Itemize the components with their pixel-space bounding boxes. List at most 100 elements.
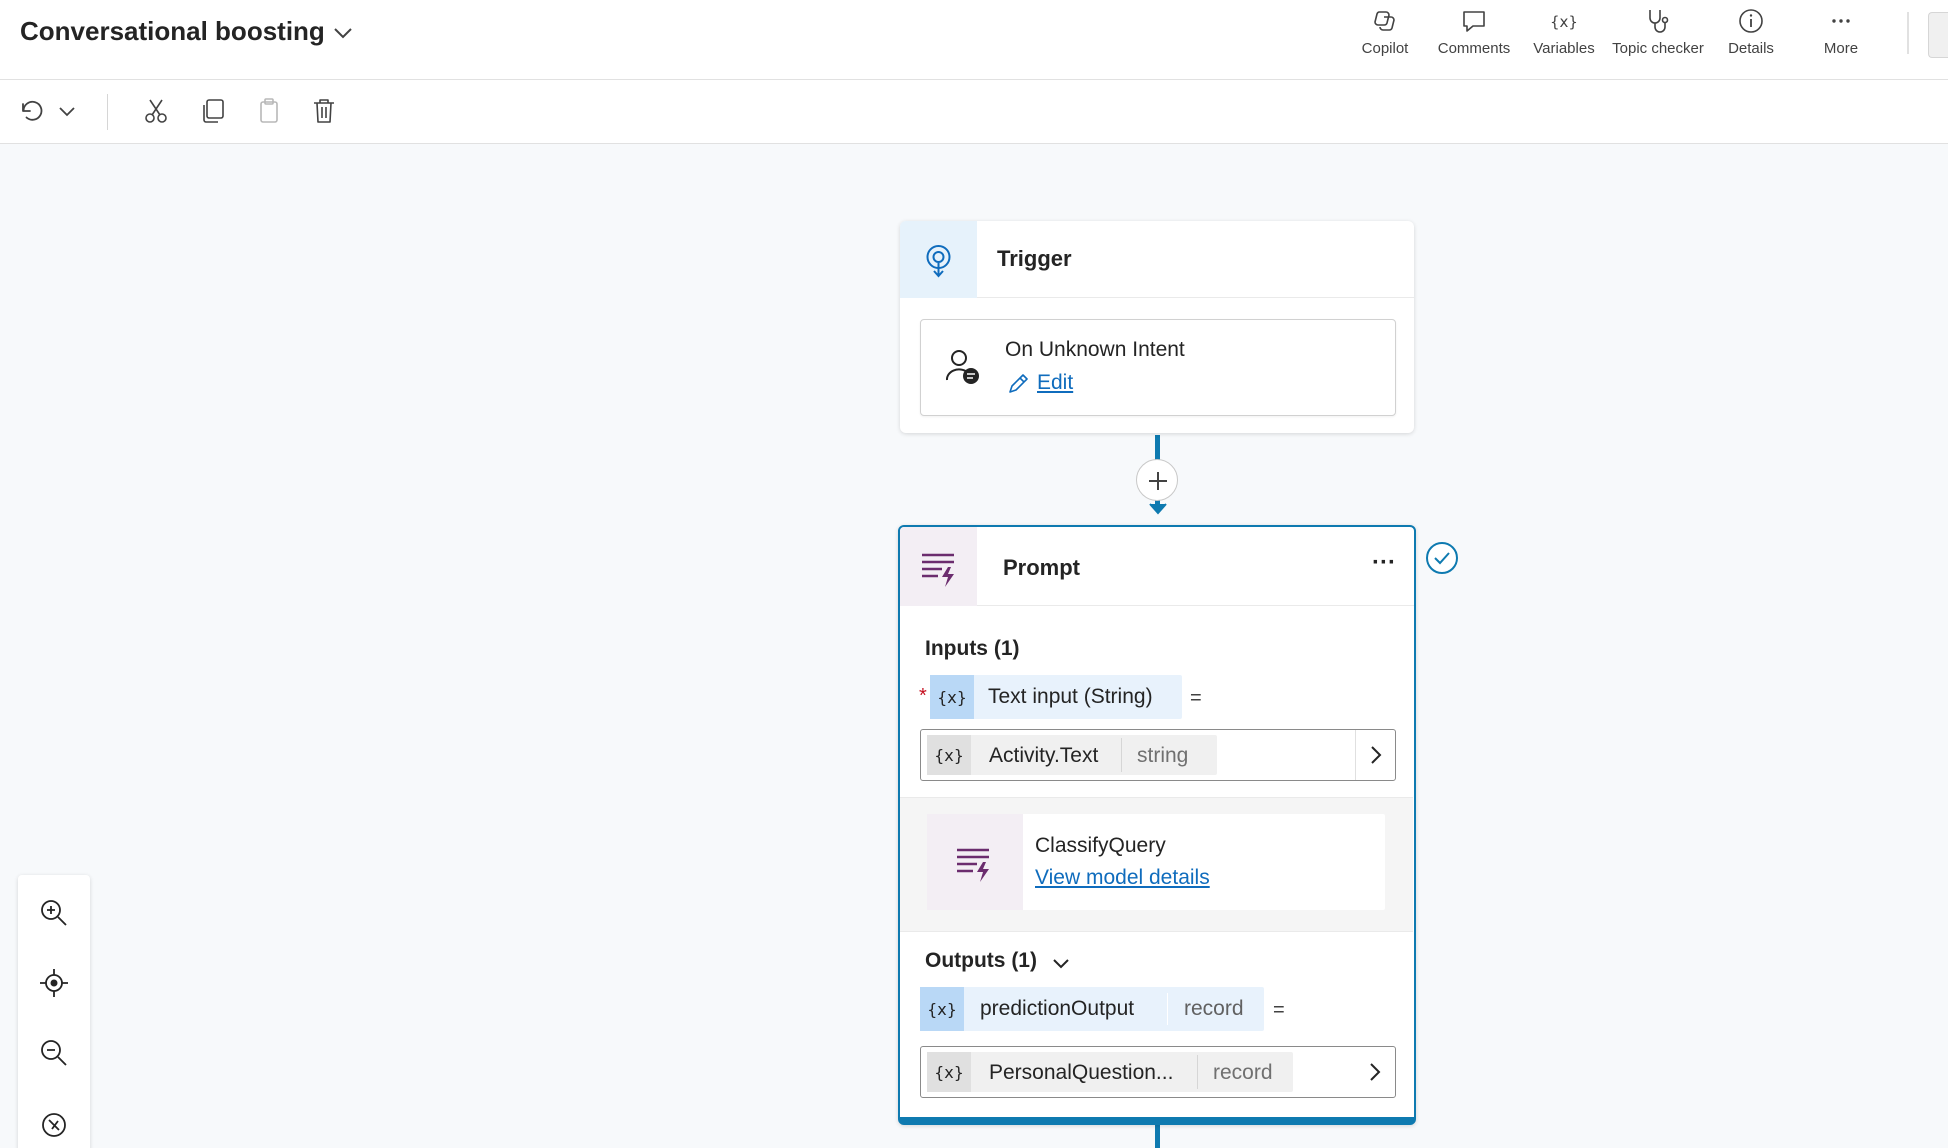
details-label: Details [1728,40,1774,57]
title-chevron-down-icon[interactable] [330,20,356,46]
more-button[interactable]: More [1793,6,1889,62]
cut-button[interactable] [139,94,173,128]
input-equals: = [1190,687,1202,709]
output-value-chevron-right-icon[interactable] [1355,1047,1395,1097]
svg-text:{x}: {x} [1550,13,1578,31]
output-value-field[interactable]: {x} PersonalQuestion... record [920,1046,1396,1098]
svg-text:{x}: {x} [934,1063,964,1082]
model-icon-box [927,814,1023,910]
topic-canvas[interactable]: Trigger On Unknown Intent Edit Prompt ··… [0,145,1948,1148]
copilot-label: Copilot [1361,40,1409,57]
input-variable-chip: {x} Text input (String) [930,675,1182,719]
prompt-model-icon [957,848,989,882]
toolbar-divider [107,94,108,130]
value-divider [1197,1055,1198,1089]
recenter-button[interactable] [36,965,72,1001]
comments-button[interactable]: Comments [1426,6,1522,62]
plus-icon [1149,472,1167,490]
topic-checker-label: Topic checker [1612,40,1704,57]
svg-text:{x}: {x} [937,688,967,707]
output-value-text: PersonalQuestion... [989,1061,1174,1084]
arrow-down-icon [1149,503,1167,515]
zoom-in-button[interactable] [36,895,72,931]
connector-line-bottom [1155,1123,1160,1148]
prompt-title: Prompt [1003,555,1080,580]
more-label: More [1823,40,1859,57]
target-icon [40,969,68,997]
outputs-label: Outputs (1) [925,949,1037,972]
zoom-out-icon [41,1040,67,1066]
variable-icon: {x} [927,1052,971,1092]
output-value-type: record [1213,1061,1273,1084]
topic-checker-button[interactable]: Topic checker [1610,6,1706,62]
paste-button[interactable] [252,94,286,128]
inputs-label: Inputs (1) [925,637,1020,660]
undo-icon [22,100,43,121]
cut-icon [145,99,167,123]
required-asterisk: * [919,685,927,707]
page-title: Conversational boosting [20,16,325,46]
zoom-controls [18,875,90,1148]
model-section: ClassifyQuery View model details [900,797,1413,932]
output-variable-chip: {x} predictionOutput record [920,987,1264,1031]
zoom-out-button[interactable] [36,1035,72,1071]
svg-text:{x}: {x} [934,746,964,765]
undo-button[interactable] [14,94,48,128]
chevron-down-icon [59,107,75,117]
details-button[interactable]: Details [1703,6,1799,62]
input-value-type: string [1137,744,1189,767]
copy-button[interactable] [196,94,230,128]
model-card[interactable]: ClassifyQuery View model details [927,814,1385,910]
side-panel-toggle[interactable] [1928,12,1948,58]
copilot-icon [1374,11,1395,31]
trigger-icon-box [900,221,977,298]
stethoscope-icon [1649,10,1669,33]
input-value-chevron-right-icon[interactable] [1355,730,1395,780]
topbar-divider [1907,12,1909,54]
output-equals: = [1273,999,1285,1021]
prompt-header: Prompt ··· [900,527,1414,606]
output-variable-type: record [1184,997,1244,1020]
trigger-icon [926,245,951,278]
copilot-button[interactable]: Copilot [1337,6,1433,62]
trigger-node[interactable]: Trigger On Unknown Intent Edit [900,221,1414,433]
output-variable-name: predictionOutput [980,997,1135,1020]
value-divider [1121,738,1122,772]
input-value-field[interactable]: {x} Activity.Text string [920,729,1396,781]
prompt-node[interactable]: Prompt ··· Inputs (1) * {x} Text input (… [898,525,1416,1125]
chip-divider [1167,993,1168,1025]
input-value-text: Activity.Text [989,744,1099,767]
variables-button[interactable]: {x} Variables [1516,6,1612,62]
delete-icon [314,99,334,123]
variables-icon: {x} [1550,13,1578,31]
edit-toolbar [0,80,1948,144]
variables-label: Variables [1533,40,1595,57]
pencil-icon [1009,374,1028,393]
comment-icon [1463,11,1485,32]
undo-options-button[interactable] [50,94,84,128]
trigger-event-name: On Unknown Intent [1005,338,1185,361]
delete-button[interactable] [307,94,341,128]
minimap-button[interactable] [36,1107,72,1143]
check-circle-icon [1426,542,1458,574]
top-bar: Conversational boosting Copilot Comments… [0,0,1948,80]
comments-label: Comments [1437,40,1511,57]
variable-icon: {x} [930,675,974,719]
zoom-in-icon [41,900,67,926]
compass-icon [42,1113,66,1137]
model-name: ClassifyQuery [1035,834,1166,857]
add-node-button[interactable] [1136,459,1178,501]
copy-icon [203,99,224,123]
variable-icon: {x} [920,987,964,1031]
prompt-icon [922,553,954,587]
edit-link-text[interactable]: Edit [1037,371,1073,395]
trigger-header: Trigger [900,221,1414,298]
person-chat-icon [946,350,979,384]
prompt-more-button[interactable]: ··· [1372,549,1396,577]
chevron-down-icon [1053,959,1069,969]
trigger-title: Trigger [997,246,1072,271]
variable-icon: {x} [927,735,971,775]
svg-text:{x}: {x} [927,1000,957,1019]
view-model-details-link[interactable]: View model details [1035,866,1210,890]
trigger-card[interactable]: On Unknown Intent Edit [920,319,1396,416]
